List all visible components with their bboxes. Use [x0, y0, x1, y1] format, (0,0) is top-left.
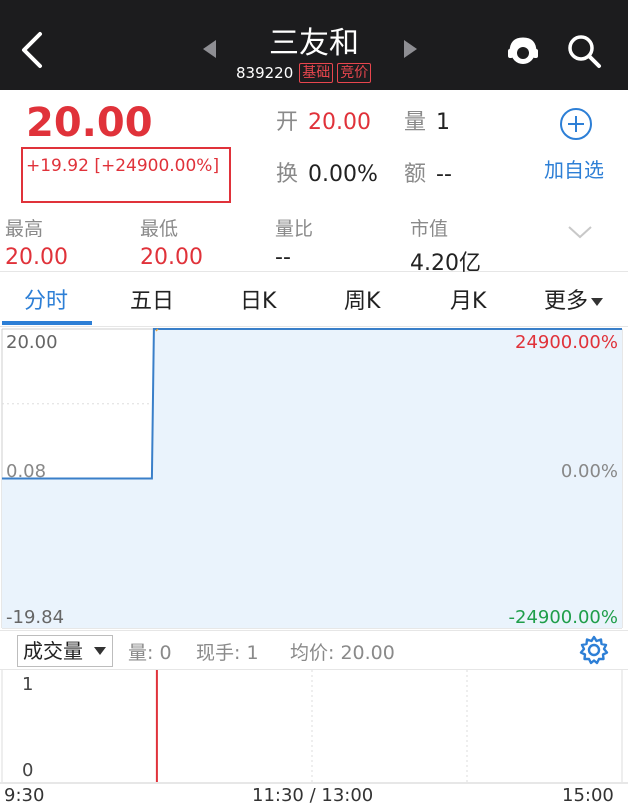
period-tabs: 分时 五日 日K 周K 月K 更多 [0, 273, 628, 327]
next-stock-icon[interactable] [404, 40, 417, 58]
time-axis-start: 9:30 [4, 785, 45, 806]
time-axis-end: 15:00 [562, 785, 614, 806]
y-left-top-label: 20.00 [6, 332, 58, 353]
y-left-mid-label: 0.08 [6, 461, 46, 482]
y-right-mid-label: 0.00% [561, 461, 618, 482]
stat-low-label: 最低 [140, 218, 179, 240]
volume-indicator-label: 成交量 [23, 639, 83, 663]
y-right-bottom-label: -24900.00% [509, 607, 619, 628]
customer-service-icon[interactable] [506, 34, 540, 68]
add-watchlist-button[interactable]: 加自选 [544, 154, 604, 183]
average-price-text: 均价: 20.00 [290, 642, 395, 664]
amount-value: -- [436, 162, 452, 187]
volume-y-top-label: 1 [22, 674, 33, 695]
tab-monthly-k[interactable]: 月K [450, 283, 486, 315]
search-icon[interactable] [566, 33, 602, 69]
open-field: 开 20.00 [276, 104, 371, 136]
open-label: 开 [276, 110, 299, 135]
tab-more-label: 更多 [544, 289, 589, 314]
stat-volume-ratio-value: -- [275, 245, 291, 270]
stat-high-value: 20.00 [5, 245, 68, 270]
tag-auction: 竞价 [337, 63, 372, 83]
stat-low: 最低 20.00 [140, 214, 203, 270]
time-axis-mid: 11:30 / 13:00 [252, 785, 374, 806]
current-price: 20.00 [26, 100, 153, 146]
stat-high-label: 最高 [5, 218, 44, 240]
tag-basic: 基础 [299, 63, 334, 83]
volume-text: 量: 0 [128, 642, 172, 664]
tab-intraday[interactable]: 分时 [24, 283, 68, 315]
add-watchlist-icon[interactable] [558, 106, 594, 142]
tab-five-day[interactable]: 五日 [130, 283, 174, 315]
volume-field: 量1 [404, 104, 450, 136]
top-bar: 三友和 839220 基础 竞价 [0, 0, 628, 90]
y-left-bottom-label: -19.84 [6, 607, 64, 628]
volume-chart[interactable]: 1 0 [0, 670, 628, 784]
current-hand-text: 现手: 1 [196, 642, 259, 664]
stat-volume-ratio-label: 量比 [275, 218, 314, 240]
tab-more[interactable]: 更多 [544, 283, 604, 315]
stat-low-value: 20.00 [140, 245, 203, 270]
tab-daily-k[interactable]: 日K [240, 283, 276, 315]
stat-high: 最高 20.00 [5, 214, 68, 270]
volume-grid [0, 670, 628, 784]
stat-market-cap: 市值 4.20亿 [410, 214, 481, 277]
volume-indicator-select[interactable]: 成交量 [17, 635, 113, 667]
stat-volume-ratio: 量比 -- [275, 214, 313, 270]
volume-y-bottom-label: 0 [22, 760, 33, 781]
turnover-label: 换 [276, 162, 299, 187]
amount-field: 额 -- [404, 156, 452, 188]
stat-market-cap-label: 市值 [410, 218, 449, 240]
volume-label: 量 [404, 110, 427, 135]
volume-value: 1 [436, 110, 451, 135]
stock-subtitle: 839220 基础 竞价 [236, 62, 372, 84]
amount-label: 额 [404, 162, 427, 187]
price-change: +19.92 [+24900.00%] [26, 156, 220, 176]
intraday-chart[interactable]: 20.00 0.08 -19.84 24900.00% 0.00% -24900… [0, 327, 628, 630]
y-right-top-label: 24900.00% [515, 332, 618, 353]
more-caret-icon [591, 298, 604, 306]
tab-weekly-k[interactable]: 周K [344, 283, 380, 315]
chevron-down-icon[interactable] [566, 222, 594, 242]
gear-icon[interactable] [578, 634, 610, 666]
active-tab-indicator [2, 321, 92, 325]
dropdown-caret-icon [94, 647, 106, 655]
turnover-field: 换 0.00% [276, 156, 378, 188]
turnover-value: 0.00% [308, 162, 378, 187]
stock-code: 839220 [236, 64, 294, 82]
open-value: 20.00 [308, 110, 371, 135]
